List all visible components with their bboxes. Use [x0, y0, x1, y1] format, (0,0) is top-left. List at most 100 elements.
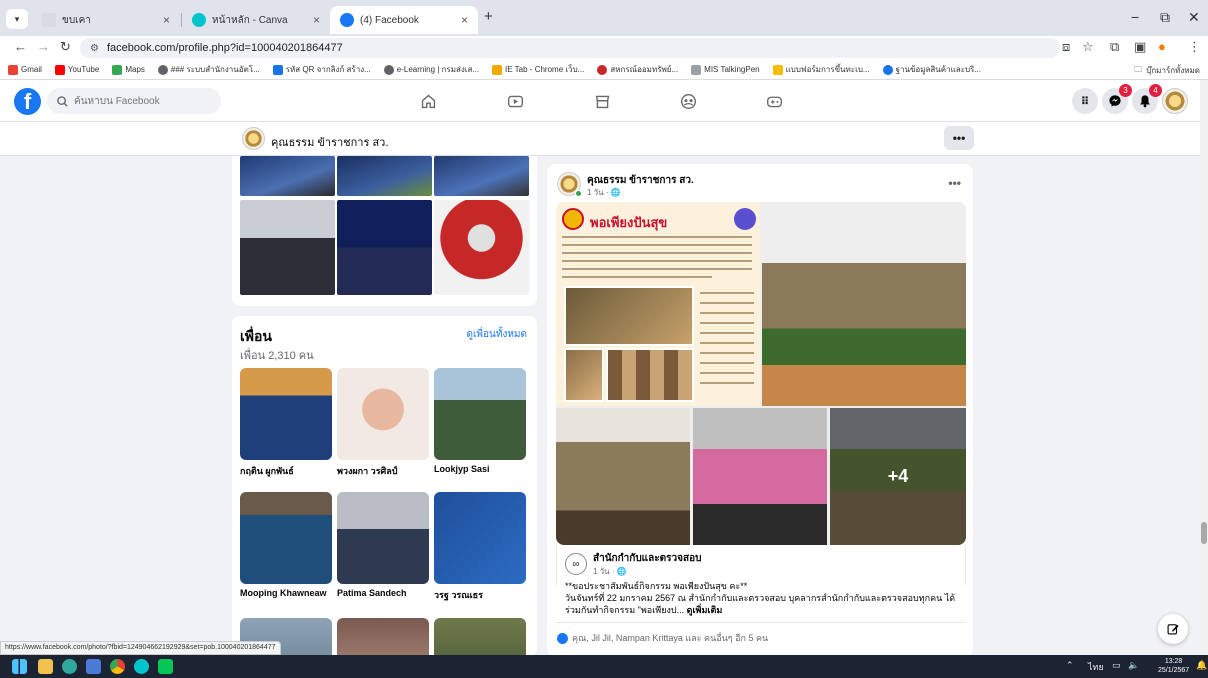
- profile-icon[interactable]: ●: [1158, 39, 1166, 54]
- photo-thumb[interactable]: [434, 156, 529, 196]
- post-timestamp[interactable]: 1 วัน · 🌐: [587, 186, 621, 199]
- all-bookmarks-button[interactable]: 🗀 บุ๊กมาร์กทั้งหมด: [1128, 64, 1200, 78]
- clock[interactable]: 13:28 25/1/2567: [1158, 657, 1189, 675]
- bookmark-ietab[interactable]: IE Tab - Chrome เว็บ...: [492, 63, 584, 76]
- photo-thumb[interactable]: [434, 200, 529, 295]
- chevron-up-icon[interactable]: ⌃: [1066, 660, 1074, 671]
- bookmark-coop[interactable]: สหกรณ์ออมทรัพย์...: [597, 63, 678, 76]
- photo-thumb[interactable]: [337, 200, 432, 295]
- bookmark-office[interactable]: ### ระบบสำนักงานอัตโ...: [157, 63, 260, 76]
- back-icon[interactable]: ←: [14, 39, 27, 54]
- search-box[interactable]: [47, 88, 221, 114]
- reload-icon[interactable]: ↻: [60, 39, 71, 55]
- friend-photo[interactable]: [337, 492, 429, 584]
- volume-icon[interactable]: 🔈: [1128, 660, 1139, 671]
- friend-photo[interactable]: [240, 368, 332, 460]
- minimize-button[interactable]: −: [1131, 9, 1139, 25]
- friend-name[interactable]: พวงผกา วรศิลป์: [337, 464, 429, 478]
- nav-groups[interactable]: [675, 90, 701, 112]
- store-icon[interactable]: [86, 659, 101, 674]
- input-language[interactable]: ไทย: [1088, 660, 1104, 674]
- canva-taskbar-icon[interactable]: [134, 659, 149, 674]
- search-input[interactable]: [74, 95, 204, 107]
- page-scrollbar[interactable]: [1200, 80, 1208, 656]
- menu-icon[interactable]: ⋮: [1188, 39, 1201, 55]
- friend-photo[interactable]: [434, 368, 526, 460]
- profile-more-button[interactable]: •••: [944, 126, 974, 150]
- friend-name[interactable]: Patima Sandech: [337, 588, 429, 598]
- edge-icon[interactable]: [62, 659, 77, 674]
- close-window-button[interactable]: ✕: [1188, 9, 1200, 26]
- gallery-photo[interactable]: [762, 202, 966, 406]
- friend-photo[interactable]: [434, 618, 526, 656]
- shared-author-name[interactable]: สำนักกำกับและตรวจสอบ: [593, 551, 701, 566]
- close-icon[interactable]: ×: [461, 13, 468, 27]
- more-photos-overlay[interactable]: +4: [830, 408, 966, 545]
- gallery-photo-poster[interactable]: พอเพียงปันสุข: [556, 202, 760, 406]
- gallery-photo[interactable]: [693, 408, 827, 545]
- photo-thumb[interactable]: [240, 156, 335, 196]
- new-message-button[interactable]: [1158, 614, 1188, 644]
- shared-timestamp[interactable]: 1 วัน · 🌐: [593, 565, 627, 578]
- friend-photo[interactable]: [240, 492, 332, 584]
- cast-icon[interactable]: ⧈: [1062, 39, 1070, 55]
- bookmark-maps[interactable]: Maps: [112, 64, 145, 75]
- chrome-icon[interactable]: [110, 659, 125, 674]
- profile-avatar[interactable]: [242, 127, 265, 150]
- tab-2[interactable]: หน้าหลัก - Canva ×: [182, 6, 330, 34]
- friend-item[interactable]: กฤติน ผูกพันธ์: [240, 368, 332, 478]
- bookmark-database[interactable]: ฐานข้อมูลสินค้าและบริ...: [882, 63, 981, 76]
- friend-name[interactable]: Lookjyp Sasi: [434, 464, 526, 474]
- close-icon[interactable]: ×: [313, 13, 320, 27]
- tab-1[interactable]: ขบเคา ×: [32, 6, 180, 34]
- star-icon[interactable]: ☆: [1082, 39, 1094, 55]
- see-all-friends-link[interactable]: ดูเพื่อนทั้งหมด: [467, 327, 528, 342]
- notifications-button[interactable]: 4: [1132, 84, 1162, 114]
- file-explorer-icon[interactable]: [38, 659, 53, 674]
- friend-photo[interactable]: [337, 618, 429, 656]
- profile-name[interactable]: คุณธรรม ข้าราชการ สว.: [271, 133, 388, 151]
- new-tab-button[interactable]: +: [484, 8, 493, 25]
- shared-author-avatar[interactable]: ∞: [565, 553, 587, 575]
- friend-item[interactable]: พวงผกา วรศิลป์: [337, 368, 429, 478]
- menu-button[interactable]: ⠿: [1072, 88, 1098, 114]
- restore-button[interactable]: ⧉: [1160, 9, 1170, 26]
- see-more-link[interactable]: ดูเพิ่มเติม: [687, 605, 723, 615]
- friend-item[interactable]: วรฐ วรณเธร: [434, 492, 526, 602]
- nav-watch[interactable]: [502, 90, 528, 112]
- messenger-button[interactable]: 3: [1102, 84, 1132, 114]
- line-icon[interactable]: [158, 659, 173, 674]
- bookmark-elearning[interactable]: e-Learning | กรมส่งเส...: [383, 63, 479, 76]
- close-icon[interactable]: ×: [163, 13, 170, 27]
- friend-name[interactable]: Mooping Khawneaw: [240, 588, 332, 598]
- tab-list-button[interactable]: ▾: [6, 9, 28, 29]
- scroll-thumb[interactable]: [1201, 522, 1207, 544]
- friend-item[interactable]: Patima Sandech: [337, 492, 429, 598]
- friend-item[interactable]: Mooping Khawneaw: [240, 492, 332, 598]
- bookmark-qr[interactable]: รหัส QR จากลิงก์ สร้าง...: [272, 63, 371, 76]
- friend-photo[interactable]: [434, 492, 526, 584]
- friend-item[interactable]: [434, 618, 526, 656]
- sidepanel-icon[interactable]: ▣: [1134, 39, 1146, 55]
- site-settings-icon[interactable]: ⚙: [90, 43, 99, 54]
- friend-item[interactable]: Lookjyp Sasi: [434, 368, 526, 474]
- friend-item[interactable]: [337, 618, 429, 656]
- photo-thumb[interactable]: [240, 200, 335, 295]
- reactions-summary[interactable]: คุณ, Jil Jil, Nampan Krittaya และ คนอื่น…: [557, 631, 768, 645]
- bookmark-mis[interactable]: MIS TalkingPen: [691, 64, 760, 75]
- photo-thumb[interactable]: [337, 156, 432, 196]
- nav-marketplace[interactable]: [589, 90, 615, 112]
- account-avatar[interactable]: [1162, 88, 1188, 114]
- facebook-logo-icon[interactable]: f: [14, 88, 41, 115]
- nav-home[interactable]: [415, 90, 441, 112]
- forward-icon[interactable]: →: [37, 39, 50, 54]
- url-field[interactable]: ⚙ facebook.com/profile.php?id=1000402018…: [80, 38, 1060, 58]
- bookmark-form[interactable]: แบบฟอร์มการขึ้นทะเบ...: [772, 63, 870, 76]
- post-options-button[interactable]: •••: [948, 176, 961, 190]
- tab-3-active[interactable]: (4) Facebook ×: [330, 6, 478, 34]
- windows-start-icon[interactable]: [12, 659, 27, 674]
- network-icon[interactable]: ▭: [1112, 660, 1121, 671]
- gallery-photo[interactable]: [556, 408, 690, 545]
- friend-photo[interactable]: [337, 368, 429, 460]
- nav-gaming[interactable]: [761, 90, 787, 112]
